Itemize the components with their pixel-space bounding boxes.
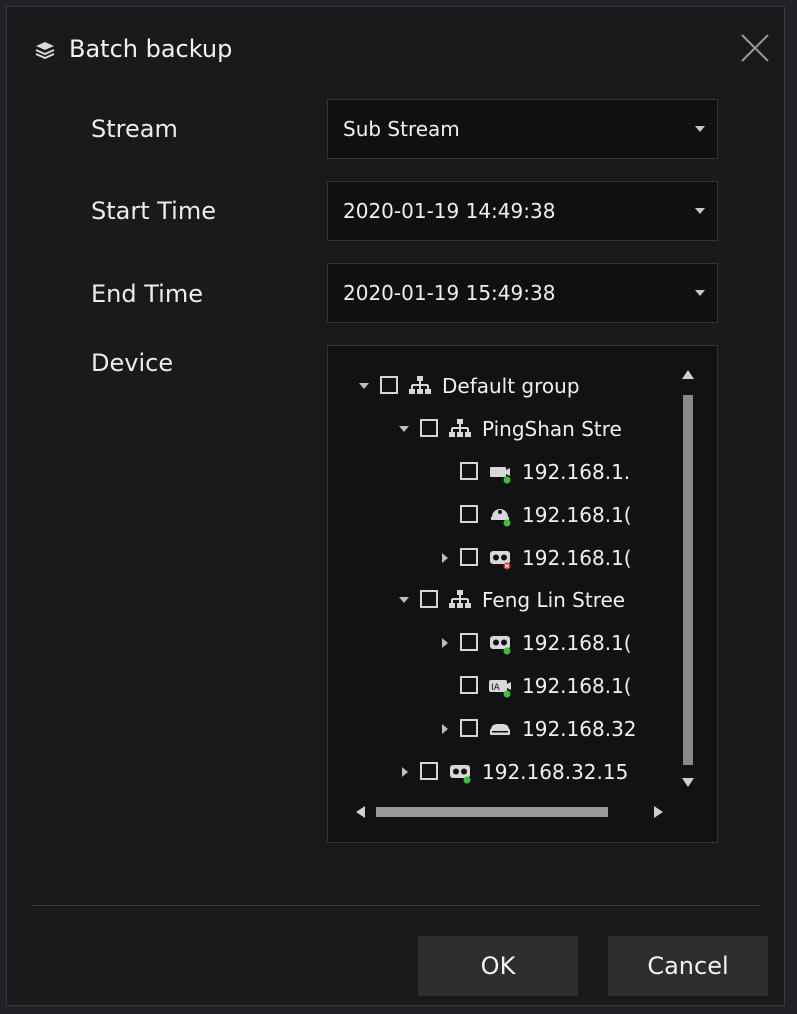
tree-node-checkbox[interactable] xyxy=(420,762,438,780)
expand-arrow-icon[interactable] xyxy=(438,551,452,565)
tree-node-checkbox[interactable] xyxy=(460,462,478,480)
tree-node-label: 192.168.32 xyxy=(522,717,637,741)
tree-node-label: PingShan Stre xyxy=(482,417,622,441)
dialog-titlebar: Batch backup xyxy=(7,7,784,87)
ok-button[interactable]: OK xyxy=(418,936,578,996)
cancel-button[interactable]: Cancel xyxy=(608,936,768,996)
tree-node-checkbox[interactable] xyxy=(460,548,478,566)
ia-camera-icon: IA xyxy=(489,680,511,698)
scroll-left-arrow-icon[interactable] xyxy=(356,806,365,818)
scroll-up-arrow-icon[interactable] xyxy=(682,370,694,379)
tree-node-label: Default group xyxy=(442,374,580,398)
end-time-field[interactable]: 2020-01-19 15:49:38 xyxy=(327,263,718,323)
footer-divider xyxy=(31,905,760,906)
collapse-arrow-icon[interactable] xyxy=(358,379,372,393)
start-time-value: 2020-01-19 14:49:38 xyxy=(343,199,556,223)
nvr-icon xyxy=(450,765,471,784)
tree-node-checkbox[interactable] xyxy=(460,719,478,737)
tree-node-checkbox[interactable] xyxy=(420,590,438,608)
tree-node-label: 192.168.1( xyxy=(522,546,632,570)
chevron-down-icon xyxy=(695,126,705,132)
device-tree: Default group PingShan Stre 192.168.1. 192.… xyxy=(328,346,673,801)
tree-node-label: Feng Lin Stree xyxy=(482,588,626,612)
svg-text:IA: IA xyxy=(491,683,501,693)
close-icon[interactable] xyxy=(738,31,772,65)
tree-node-label: 192.168.1. xyxy=(522,460,631,484)
vertical-scroll-thumb[interactable] xyxy=(683,395,693,765)
nvr-icon xyxy=(490,636,511,655)
chevron-down-icon xyxy=(695,290,705,296)
chevron-down-icon xyxy=(695,208,705,214)
tree-node-label: 192.168.1( xyxy=(522,503,632,527)
vertical-scrollbar[interactable] xyxy=(680,370,696,800)
stream-value: Sub Stream xyxy=(343,117,460,141)
tree-node-label: 192.168.1( xyxy=(522,674,632,698)
horizontal-scroll-thumb[interactable] xyxy=(376,807,608,817)
tree-node-checkbox[interactable] xyxy=(460,633,478,651)
device-label: Device xyxy=(91,349,174,377)
tree-node-checkbox[interactable] xyxy=(380,376,398,394)
dome-camera-icon xyxy=(491,509,511,527)
end-time-label: End Time xyxy=(91,280,203,308)
tree-node-checkbox[interactable] xyxy=(460,676,478,694)
expand-arrow-icon[interactable] xyxy=(398,765,412,779)
dialog-title: Batch backup xyxy=(69,35,233,63)
expand-arrow-icon[interactable] xyxy=(438,722,452,736)
tree-node-label: 192.168.1( xyxy=(522,631,632,655)
stream-label: Stream xyxy=(91,115,178,143)
tree-node-checkbox[interactable] xyxy=(420,419,438,437)
horizontal-scrollbar[interactable] xyxy=(356,804,670,820)
bullet-camera-icon xyxy=(490,467,511,484)
group-icon xyxy=(409,376,431,394)
collapse-arrow-icon[interactable] xyxy=(398,422,412,436)
tree-node-checkbox[interactable] xyxy=(460,505,478,523)
scroll-down-arrow-icon[interactable] xyxy=(682,778,694,787)
layers-icon xyxy=(35,42,55,59)
group-icon xyxy=(449,590,471,608)
batch-backup-dialog: Batch backup Stream Sub Stream Start Tim… xyxy=(6,6,785,1006)
end-time-value: 2020-01-19 15:49:38 xyxy=(343,281,556,305)
expand-arrow-icon[interactable] xyxy=(438,636,452,650)
collapse-arrow-icon[interactable] xyxy=(398,593,412,607)
group-icon xyxy=(449,419,471,437)
start-time-field[interactable]: 2020-01-19 14:49:38 xyxy=(327,181,718,241)
nvr-icon xyxy=(490,551,511,570)
tree-node-label: 192.168.32.15 xyxy=(482,760,629,784)
recorder-icon xyxy=(490,724,510,735)
stream-select[interactable]: Sub Stream xyxy=(327,99,718,159)
start-time-label: Start Time xyxy=(91,197,216,225)
device-tree-panel: Default group PingShan Stre 192.168.1. 192.… xyxy=(327,345,718,843)
scroll-right-arrow-icon[interactable] xyxy=(654,806,663,818)
